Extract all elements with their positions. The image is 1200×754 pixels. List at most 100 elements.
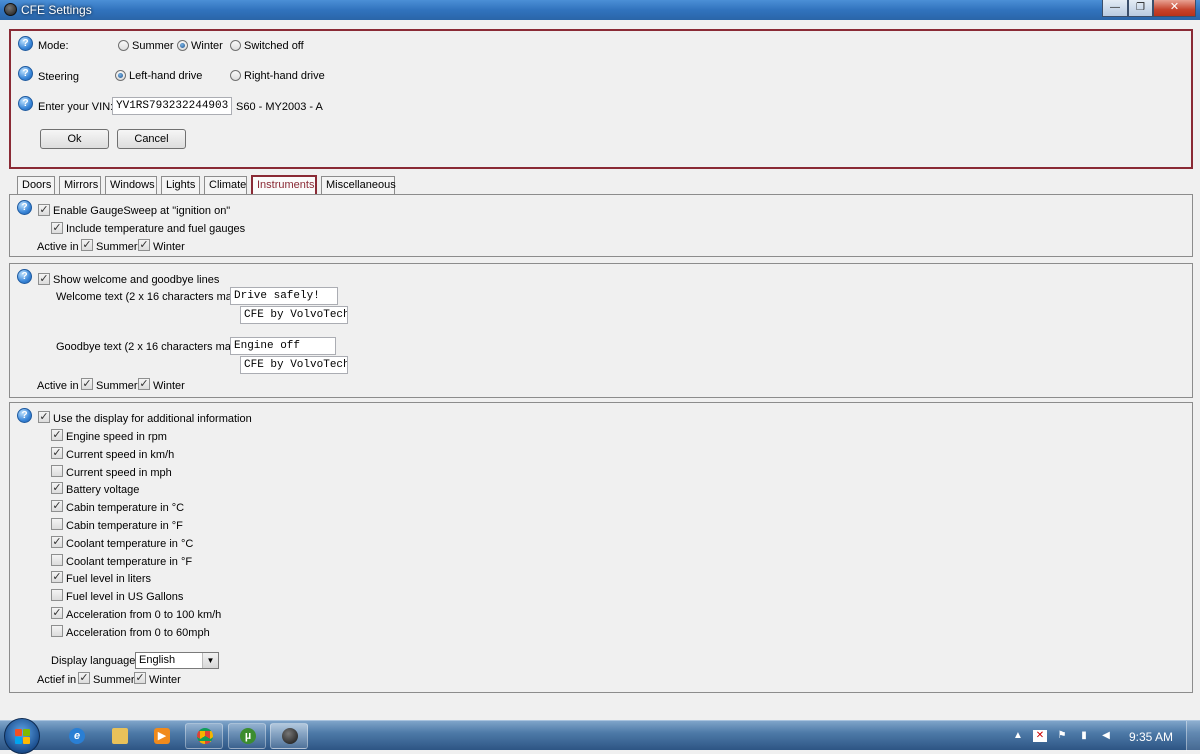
- right-hand-drive-radio[interactable]: [230, 70, 241, 81]
- enable-gaugesweep-label[interactable]: Enable GaugeSweep at "ignition on": [53, 205, 230, 217]
- display-option-label[interactable]: Engine speed in rpm: [66, 431, 167, 443]
- close-button[interactable]: ✕: [1153, 0, 1196, 17]
- display-option-label[interactable]: Cabin temperature in °C: [66, 502, 184, 514]
- welcome-summer-label[interactable]: Summer: [96, 380, 138, 392]
- display-winter-label[interactable]: Winter: [149, 674, 181, 686]
- display-option-label[interactable]: Coolant temperature in °C: [66, 538, 193, 550]
- display-option-label[interactable]: Cabin temperature in °F: [66, 520, 183, 532]
- cancel-button[interactable]: Cancel: [117, 129, 186, 149]
- vin-input[interactable]: YV1RS793232244903: [112, 97, 232, 115]
- goodbye-line1-input[interactable]: Engine off: [230, 337, 336, 355]
- display-winter-checkbox[interactable]: ✓: [134, 672, 146, 684]
- mode-summer-radio[interactable]: [118, 40, 129, 51]
- display-option-label[interactable]: Acceleration from 0 to 60mph: [66, 627, 210, 639]
- left-hand-drive-radio[interactable]: [115, 70, 126, 81]
- taskbar-utorrent[interactable]: µ: [228, 723, 266, 749]
- maximize-button[interactable]: ❐: [1128, 0, 1153, 17]
- mode-winter-radio[interactable]: [177, 40, 188, 51]
- display-option-checkbox[interactable]: ✓: [51, 446, 63, 459]
- use-display-checkbox[interactable]: ✓: [38, 411, 50, 423]
- welcome-line1-input[interactable]: Drive safely!: [230, 287, 338, 305]
- mode-summer-label[interactable]: Summer: [132, 40, 174, 52]
- tab-lights[interactable]: Lights: [161, 176, 200, 194]
- display-option-checkbox[interactable]: ✓: [51, 500, 63, 513]
- display-option-checkbox[interactable]: [51, 553, 63, 566]
- use-display-label[interactable]: Use the display for additional informati…: [53, 413, 252, 425]
- welcome-winter-label[interactable]: Winter: [153, 380, 185, 392]
- tab-miscellaneous[interactable]: Miscellaneous: [321, 176, 396, 194]
- display-option-label[interactable]: Coolant temperature in °F: [66, 556, 192, 568]
- help-icon[interactable]: ?: [17, 200, 32, 215]
- mode-winter-label[interactable]: Winter: [191, 40, 223, 52]
- taskbar-explorer[interactable]: [100, 723, 138, 749]
- left-hand-drive-label[interactable]: Left-hand drive: [129, 70, 202, 82]
- ok-button[interactable]: Ok: [40, 129, 109, 149]
- right-hand-drive-label[interactable]: Right-hand drive: [244, 70, 325, 82]
- folder-icon: [112, 728, 128, 744]
- display-option-checkbox[interactable]: ✓: [51, 482, 63, 495]
- help-icon[interactable]: ?: [17, 408, 32, 423]
- display-option-checkbox[interactable]: [51, 518, 63, 530]
- display-summer-checkbox[interactable]: ✓: [78, 672, 90, 684]
- tab-instruments[interactable]: Instruments: [251, 175, 317, 194]
- welcome-line2-input[interactable]: CFE by VolvoTech: [240, 306, 348, 324]
- app-icon: [282, 728, 298, 744]
- include-temp-fuel-label[interactable]: Include temperature and fuel gauges: [66, 223, 245, 235]
- display-option-checkbox[interactable]: ✓: [51, 571, 63, 584]
- help-icon[interactable]: ?: [18, 66, 33, 81]
- display-language-select[interactable]: English ▼: [135, 652, 219, 669]
- clock[interactable]: 9:35 AM: [1129, 730, 1173, 744]
- minimize-button[interactable]: —: [1102, 0, 1128, 17]
- enable-gaugesweep-checkbox[interactable]: ✓: [38, 204, 50, 216]
- display-option-label[interactable]: Fuel level in liters: [66, 573, 151, 585]
- start-button[interactable]: [4, 718, 40, 754]
- display-option-checkbox[interactable]: [51, 464, 63, 477]
- display-option-label[interactable]: Battery voltage: [66, 484, 139, 496]
- taskbar-ie[interactable]: e: [57, 723, 95, 749]
- mode-switched-off-radio[interactable]: [230, 40, 241, 51]
- taskbar-chrome[interactable]: [185, 723, 223, 749]
- mode-label: Mode:: [38, 40, 69, 52]
- display-option-checkbox[interactable]: [51, 589, 63, 602]
- show-welcome-label[interactable]: Show welcome and goodbye lines: [53, 274, 219, 286]
- welcome-summer-checkbox[interactable]: ✓: [81, 378, 93, 390]
- gauge-summer-label[interactable]: Summer: [96, 241, 138, 253]
- gauge-summer-checkbox[interactable]: ✓: [81, 239, 93, 251]
- tray-expand-icon[interactable]: ▲: [1011, 730, 1025, 742]
- help-icon[interactable]: ?: [17, 269, 32, 284]
- show-welcome-checkbox[interactable]: ✓: [38, 273, 50, 285]
- tab-doors[interactable]: Doors: [17, 176, 55, 194]
- action-center-icon[interactable]: ✕: [1033, 730, 1047, 742]
- help-icon[interactable]: ?: [18, 96, 33, 111]
- display-summer-label[interactable]: Summer: [93, 674, 135, 686]
- goodbye-line2-input[interactable]: CFE by VolvoTech: [240, 356, 348, 374]
- tab-mirrors[interactable]: Mirrors: [59, 176, 101, 194]
- network-icon[interactable]: ▮: [1077, 730, 1091, 742]
- chevron-down-icon[interactable]: ▼: [202, 653, 218, 668]
- gauge-winter-checkbox[interactable]: ✓: [138, 239, 150, 251]
- include-temp-fuel-checkbox[interactable]: ✓: [51, 222, 63, 234]
- help-icon[interactable]: ?: [18, 36, 33, 51]
- internet-explorer-icon: e: [69, 728, 85, 744]
- mode-switched-off-label[interactable]: Switched off: [244, 40, 304, 52]
- display-option-label[interactable]: Fuel level in US Gallons: [66, 591, 183, 603]
- tab-windows[interactable]: Windows: [105, 176, 157, 194]
- display-option-checkbox[interactable]: ✓: [51, 535, 63, 548]
- display-option-label[interactable]: Current speed in mph: [66, 467, 172, 479]
- taskbar-media-player[interactable]: ▶: [142, 723, 180, 749]
- display-option-label[interactable]: Acceleration from 0 to 100 km/h: [66, 609, 221, 621]
- tab-climate[interactable]: Climate: [204, 176, 247, 194]
- flag-icon[interactable]: ⚑: [1055, 730, 1069, 742]
- display-option-label[interactable]: Current speed in km/h: [66, 449, 174, 461]
- display-option-checkbox[interactable]: ✓: [51, 607, 63, 619]
- goodbye-text-label: Goodbye text (2 x 16 characters max):: [56, 341, 244, 353]
- gauge-winter-label[interactable]: Winter: [153, 241, 185, 253]
- display-language-value: English: [139, 654, 176, 666]
- display-info-group: ? ✓ Use the display for additional infor…: [9, 402, 1193, 693]
- welcome-winter-checkbox[interactable]: ✓: [138, 378, 150, 390]
- volume-icon[interactable]: ◀: [1099, 730, 1113, 742]
- taskbar-cfe-settings[interactable]: [270, 723, 308, 749]
- show-desktop-button[interactable]: [1186, 721, 1200, 751]
- display-option-checkbox[interactable]: [51, 624, 63, 637]
- display-option-checkbox[interactable]: ✓: [51, 429, 63, 441]
